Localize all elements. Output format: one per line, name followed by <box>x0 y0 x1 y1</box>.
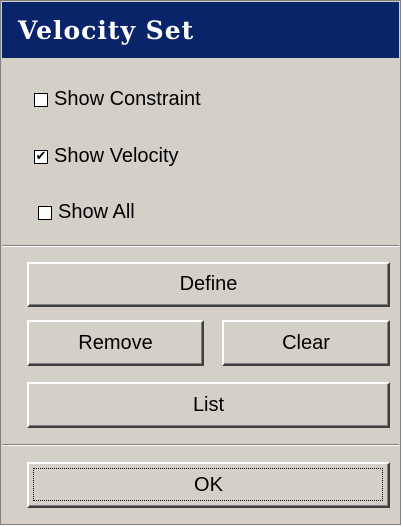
ok-button[interactable]: OK <box>27 462 390 508</box>
show-all-label: Show All <box>58 201 135 223</box>
show-velocity-checkbox[interactable]: ✔ Show Velocity <box>34 145 179 168</box>
checkbox-box[interactable] <box>34 92 48 107</box>
dialog-title: Velocity Set <box>18 15 195 45</box>
separator <box>2 444 399 446</box>
define-button[interactable]: Define <box>27 262 390 307</box>
checkbox-box[interactable] <box>38 205 52 220</box>
checkbox-box[interactable]: ✔ <box>34 149 48 164</box>
separator <box>2 245 399 247</box>
title-bar[interactable]: Velocity Set <box>2 2 399 58</box>
velocity-set-dialog: Velocity Set Show Constraint ✔ Show Velo… <box>0 0 401 525</box>
show-velocity-label: Show Velocity <box>54 145 179 167</box>
remove-button[interactable]: Remove <box>27 320 204 366</box>
show-constraint-checkbox[interactable]: Show Constraint <box>34 88 201 111</box>
clear-button[interactable]: Clear <box>222 320 390 366</box>
ok-button-label: OK <box>194 473 223 496</box>
show-constraint-label: Show Constraint <box>54 88 201 110</box>
list-button[interactable]: List <box>27 382 390 428</box>
show-all-checkbox[interactable]: Show All <box>38 201 135 224</box>
